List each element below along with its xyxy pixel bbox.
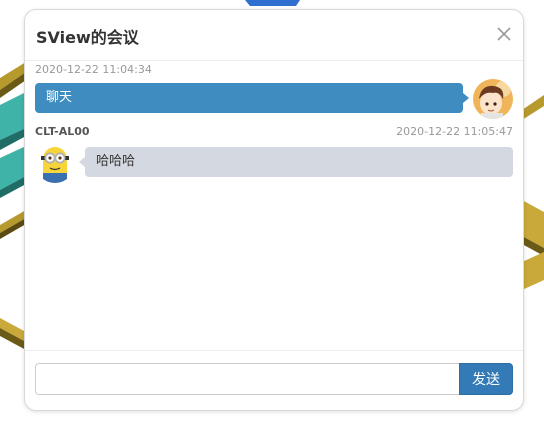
dialog-header: SView的会议 (25, 10, 523, 61)
message-timestamp: 2020-12-22 11:05:47 (396, 125, 513, 138)
close-button[interactable] (495, 25, 513, 43)
minion-avatar-icon (35, 143, 75, 183)
anime-boy-avatar-icon (473, 79, 513, 119)
message-timestamp: 2020-12-22 11:04:34 (35, 63, 152, 76)
meeting-chat-dialog: SView的会议 2020-12-22 11:04:34 聊天 CLT-AL00… (24, 9, 524, 411)
close-icon (497, 27, 511, 41)
message-list[interactable]: 2020-12-22 11:04:34 聊天 CLT-AL00 2020-12-… (25, 61, 523, 349)
message-sender-name: CLT-AL00 (35, 125, 90, 138)
dialog-title: SView的会议 (36, 28, 139, 47)
sender-avatar (35, 143, 75, 183)
message-composer: 发送 (25, 350, 523, 410)
my-avatar (473, 79, 513, 119)
their-message-bubble: 哈哈哈 (79, 147, 513, 177)
message-input[interactable] (35, 363, 459, 395)
send-button[interactable]: 发送 (459, 363, 513, 395)
my-message-bubble: 聊天 (35, 83, 469, 113)
